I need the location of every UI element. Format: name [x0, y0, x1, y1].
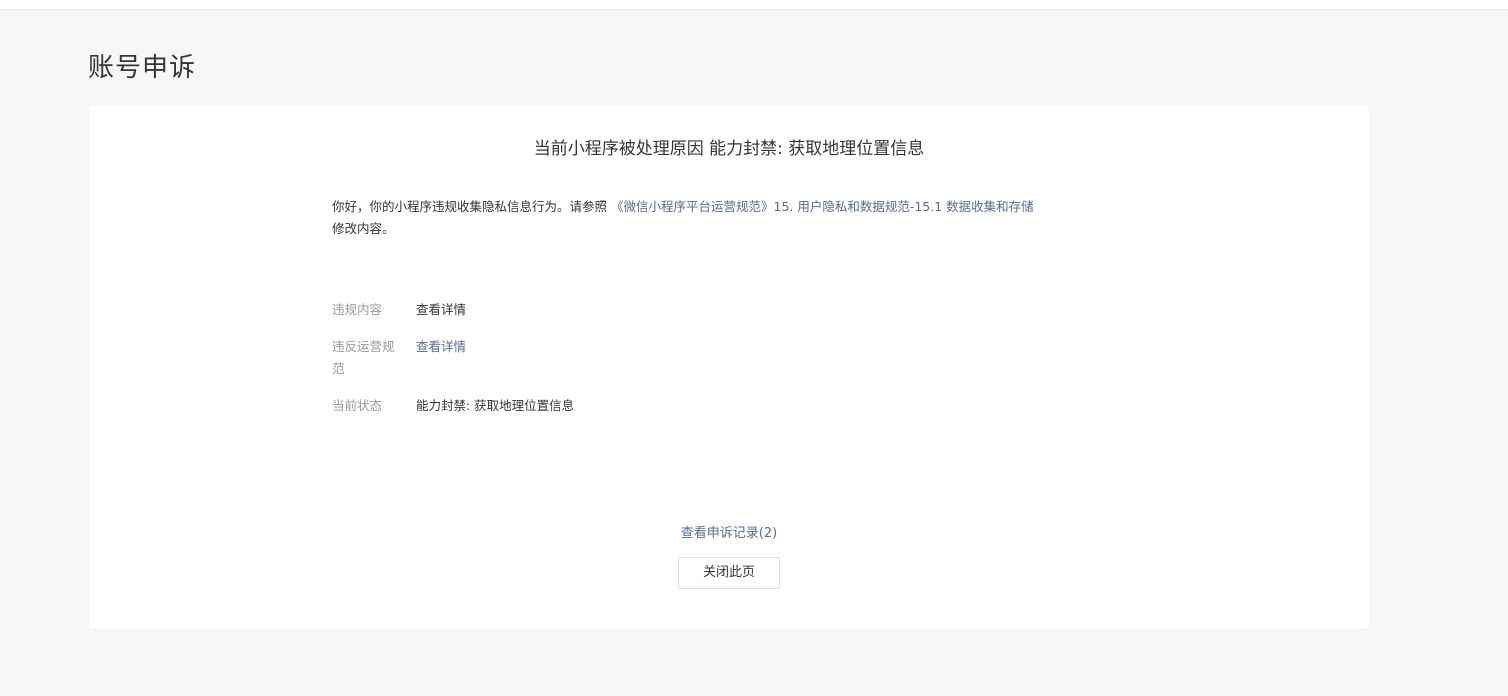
info-row-current-status: 当前状态 能力封禁: 获取地理位置信息 [332, 395, 932, 417]
appeal-card: 当前小程序被处理原因 能力封禁: 获取地理位置信息 你好，你的小程序违规收集隐私… [89, 106, 1369, 629]
view-violated-rules-details-link[interactable]: 查看详情 [416, 336, 466, 380]
close-page-button[interactable]: 关闭此页 [678, 557, 780, 589]
info-label: 违规内容 [332, 302, 383, 317]
page-title: 账号申诉 [88, 53, 197, 83]
violation-info-list: 违规内容 查看详情 违反运营规范 查看详情 当前状态 能力封禁: 获取地理位置信… [332, 299, 932, 432]
notice-intro: 你好，你的小程序违规收集隐私信息行为。请参照 [332, 199, 611, 214]
info-row-violation-content: 违规内容 查看详情 [332, 299, 932, 321]
guideline-link[interactable]: 《微信小程序平台运营规范》15. 用户隐私和数据规范-15.1 数据收集和存储 [611, 199, 1034, 214]
top-navigation-bar [0, 0, 1508, 10]
current-status-value: 能力封禁: 获取地理位置信息 [416, 398, 575, 413]
appeal-records-link[interactable]: 查看申诉记录(2) [89, 523, 1369, 545]
notice-outro: 修改内容。 [332, 221, 395, 236]
notice-text: 你好，你的小程序违规收集隐私信息行为。请参照 《微信小程序平台运营规范》15. … [332, 196, 1132, 240]
info-label: 违反运营规范 [332, 339, 395, 376]
view-violation-content-details-link[interactable]: 查看详情 [416, 299, 466, 321]
reason-title: 当前小程序被处理原因 能力封禁: 获取地理位置信息 [533, 139, 925, 159]
info-label: 当前状态 [332, 398, 383, 413]
info-row-violated-rules: 违反运营规范 查看详情 [332, 336, 932, 380]
